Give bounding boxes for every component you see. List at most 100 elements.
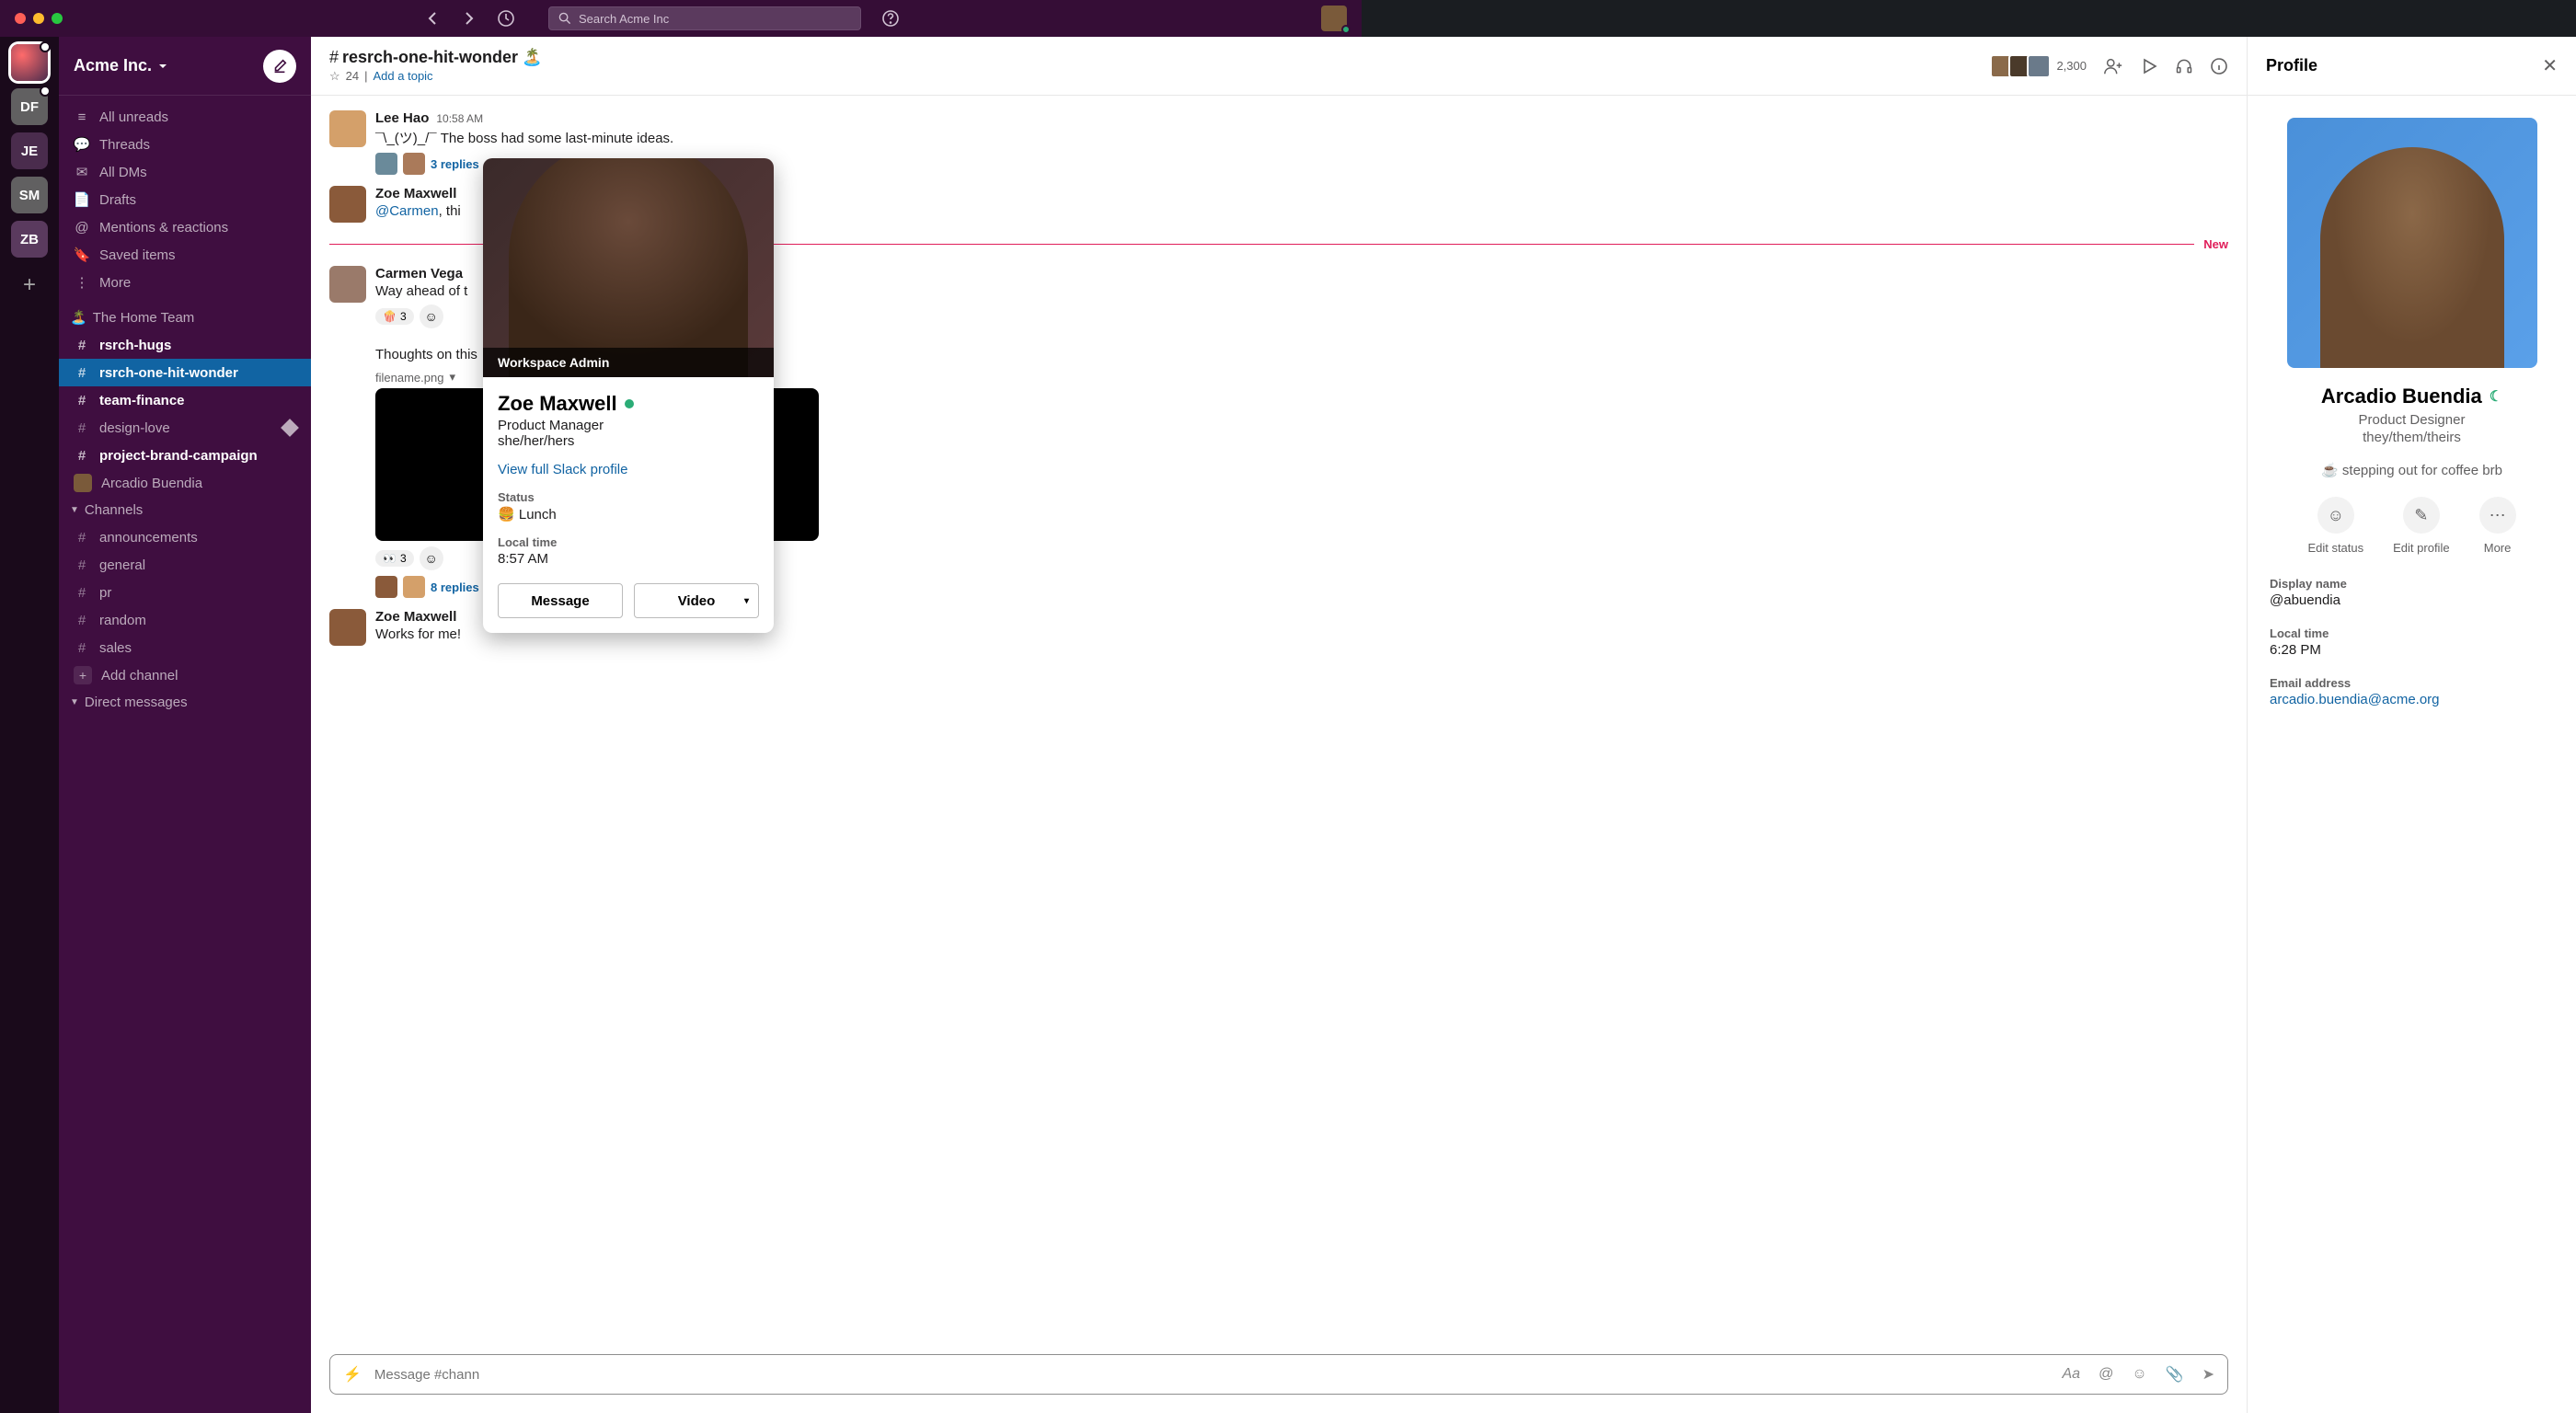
format-button[interactable]: Aa	[2057, 1366, 2087, 1383]
sidebar-item-all-dms[interactable]: ✉All DMs	[59, 158, 311, 186]
sidebar-item-all-unreads[interactable]: ≡All unreads	[59, 103, 311, 131]
avatar[interactable]	[329, 266, 366, 303]
hash-icon: #	[74, 338, 90, 353]
close-window-button[interactable]	[15, 13, 26, 24]
member-list-button[interactable]: 2,300	[1990, 54, 2087, 78]
edit-profile-button[interactable]: ✎Edit profile	[2393, 497, 2449, 555]
message-input[interactable]	[374, 1367, 2050, 1383]
message-button[interactable]: Message	[498, 583, 623, 618]
email-value[interactable]: arcadio.buendia@acme.org	[2270, 692, 2554, 707]
admin-badge: Workspace Admin	[483, 348, 774, 377]
section-header-channels[interactable]: ▼Channels	[59, 497, 311, 523]
channel-item[interactable]: #rsrch-one-hit-wonder	[59, 359, 311, 386]
avatar[interactable]	[329, 110, 366, 147]
section-emoji-icon: 🏝️	[70, 309, 87, 326]
channel-item[interactable]: #pr	[59, 579, 311, 606]
channel-item[interactable]: # rsrch-hugs	[59, 331, 311, 359]
sidebar-item-label: Threads	[99, 137, 150, 153]
pencil-icon: ✎	[2403, 497, 2440, 534]
channel-name: design-love	[99, 420, 170, 436]
reaction[interactable]: 👀3	[375, 550, 414, 567]
video-call-button[interactable]: Video▾	[634, 583, 759, 618]
more-actions-button[interactable]: ⋯More	[2479, 497, 2516, 555]
edit-status-button[interactable]: ☺Edit status	[2307, 497, 2363, 555]
emoji-button[interactable]: ☺	[2126, 1366, 2152, 1383]
search-input[interactable]: Search Acme Inc	[548, 6, 861, 30]
add-people-button[interactable]	[2103, 56, 2123, 76]
local-time-label: Local time	[498, 535, 759, 549]
reply-count: 8 replies	[431, 580, 479, 594]
workspace-switcher-item[interactable]: ZB	[11, 221, 48, 258]
avatar[interactable]	[329, 186, 366, 223]
huddle-button[interactable]	[2140, 57, 2158, 75]
maximize-window-button[interactable]	[52, 13, 63, 24]
channel-name: rsrch-hugs	[99, 338, 171, 353]
workspace-switcher-item[interactable]: DF	[11, 88, 48, 125]
channel-item[interactable]: #announcements	[59, 523, 311, 551]
sidebar-item-more[interactable]: ⋮More	[59, 269, 311, 296]
add-channel-button[interactable]: +Add channel	[59, 661, 311, 689]
reply-count: 3 replies	[431, 157, 479, 171]
add-reaction-button[interactable]: ☺	[420, 546, 443, 570]
add-reaction-button[interactable]: ☺	[420, 304, 443, 328]
compose-button[interactable]	[263, 50, 296, 83]
dm-item[interactable]: Arcadio Buendia	[59, 469, 311, 497]
reaction[interactable]: 🍿3	[375, 308, 414, 325]
channel-title[interactable]: # resrch-one-hit-wonder 🏝️	[329, 48, 542, 67]
channel-item[interactable]: #random	[59, 606, 311, 634]
field-label: Local time	[2270, 626, 2554, 640]
bookmark-icon: 🔖	[74, 247, 90, 263]
channel-info-button[interactable]	[2210, 57, 2228, 75]
channel-item[interactable]: #general	[59, 551, 311, 579]
add-topic-button[interactable]: Add a topic	[374, 69, 433, 84]
history-forward-button[interactable]	[460, 9, 478, 28]
sidebar-item-saved[interactable]: 🔖Saved items	[59, 241, 311, 269]
message-author[interactable]: Zoe Maxwell	[375, 186, 456, 201]
channel-name: pr	[99, 585, 111, 601]
send-button[interactable]: ➤	[2197, 1365, 2220, 1384]
section-header-dms[interactable]: ▼Direct messages	[59, 689, 311, 716]
sidebar-item-drafts[interactable]: 📄Drafts	[59, 186, 311, 213]
message-author[interactable]: Zoe Maxwell	[375, 609, 456, 625]
channel-name: project-brand-campaign	[99, 448, 258, 464]
message-author[interactable]: Lee Hao	[375, 110, 429, 126]
message-author[interactable]: Carmen Vega	[375, 266, 463, 281]
action-label: More	[2484, 541, 2512, 555]
channel-item[interactable]: #team-finance	[59, 386, 311, 414]
sidebar-item-label: All DMs	[99, 165, 147, 180]
workspace-menu[interactable]: Acme Inc.	[74, 56, 168, 75]
hash-icon: #	[74, 448, 90, 464]
member-count: 2,300	[2056, 59, 2087, 73]
workspace-switcher-item[interactable]: SM	[11, 177, 48, 213]
channel-item[interactable]: #design-love	[59, 414, 311, 442]
shortcuts-button[interactable]: ⚡	[338, 1365, 367, 1384]
workspace-switcher-item[interactable]	[11, 44, 48, 81]
section-header-starred[interactable]: 🏝️ The Home Team	[59, 304, 311, 331]
add-workspace-button[interactable]: +	[23, 272, 36, 298]
pin-count[interactable]: 24	[346, 69, 359, 84]
profile-photo[interactable]	[2287, 118, 2537, 368]
history-back-button[interactable]	[423, 9, 442, 28]
sidebar-item-label: Mentions & reactions	[99, 220, 228, 236]
view-profile-link[interactable]: View full Slack profile	[498, 462, 759, 477]
profile-name: Arcadio Buendia☾	[2321, 385, 2502, 408]
avatar[interactable]	[329, 609, 366, 646]
close-panel-button[interactable]: ✕	[2542, 54, 2558, 77]
channel-item[interactable]: # project-brand-campaign	[59, 442, 311, 469]
help-button[interactable]	[881, 9, 900, 28]
sidebar-item-mentions[interactable]: @Mentions & reactions	[59, 213, 311, 241]
channel-name: sales	[99, 640, 132, 656]
headphones-button[interactable]	[2175, 57, 2193, 75]
mention[interactable]: @Carmen	[375, 203, 439, 219]
workspace-switcher-item[interactable]: JE	[11, 132, 48, 169]
attach-button[interactable]: 📎	[2160, 1365, 2190, 1384]
new-label: New	[2194, 237, 2228, 251]
history-button[interactable]	[497, 9, 515, 28]
compose-icon	[271, 58, 288, 75]
profile-hover-card: Workspace Admin Zoe Maxwell Product Mana…	[483, 158, 774, 633]
play-icon	[2140, 57, 2158, 75]
channel-item[interactable]: #sales	[59, 634, 311, 661]
mention-button[interactable]: @	[2093, 1366, 2119, 1383]
minimize-window-button[interactable]	[33, 13, 44, 24]
sidebar-item-threads[interactable]: 💬Threads	[59, 131, 311, 158]
